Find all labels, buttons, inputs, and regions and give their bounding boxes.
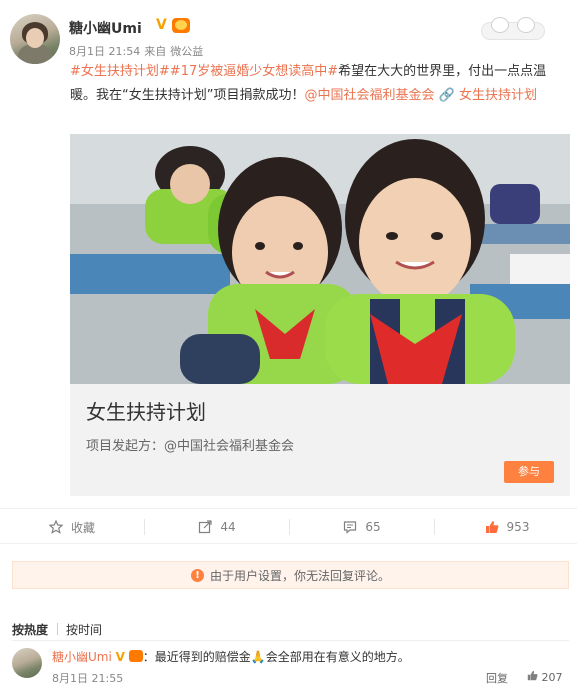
comment-time: 8月1日 21:55	[52, 672, 124, 685]
like-button[interactable]: 953	[435, 509, 577, 545]
post-username[interactable]: 糖小幽Umi	[69, 18, 142, 38]
action-bar: 收藏 44 65 953	[0, 508, 577, 544]
comment-member-icon	[128, 650, 143, 662]
thumbs-up-icon	[485, 520, 499, 534]
comment-count: 65	[365, 520, 381, 534]
project-link[interactable]: 女生扶持计划	[459, 88, 537, 103]
card-initiator[interactable]: 项目发起方：@中国社会福利基金会	[86, 435, 294, 454]
comment-username[interactable]: 糖小幽Umi	[52, 650, 112, 664]
sort-divider	[57, 623, 58, 635]
source-prefix: 来自	[144, 45, 167, 58]
favorite-label: 收藏	[70, 520, 95, 535]
topic-tag-forced-marriage[interactable]: #17岁被逼婚少女想读高中#	[170, 64, 338, 79]
warning-icon: !	[190, 568, 204, 582]
comment-button[interactable]: 65	[290, 509, 434, 545]
card-photo-children	[70, 134, 570, 384]
repost-button[interactable]: 44	[145, 509, 289, 545]
comment-icon	[343, 520, 357, 534]
charity-card[interactable]: 女生扶持计划 项目发起方：@中国社会福利基金会 参与	[70, 134, 570, 496]
comment-text-line: 糖小幽Umi V ：最近得到的赔偿金🙏会全部用在有意义的地方。	[52, 648, 410, 665]
reply-restriction-notice: ! 由于用户设置，你无法回复评论。	[12, 561, 569, 589]
user-avatar[interactable]	[10, 14, 60, 64]
comment-body: ：最近得到的赔偿金🙏会全部用在有意义的地方。	[142, 650, 410, 664]
post-source[interactable]: 微公益	[170, 45, 203, 58]
star-icon	[48, 519, 64, 534]
like-count: 953	[506, 520, 530, 534]
post-meta: 8月1日 21:54 来自 微公益	[69, 43, 203, 59]
sort-by-time-tab[interactable]: 按时间	[66, 621, 102, 638]
topic-tag-girls-support[interactable]: #女生扶持计划#	[70, 64, 170, 79]
comment-verified-icon: V	[115, 650, 125, 664]
post-header: 糖小幽Umi V 8月1日 21:54 来自 微公益	[10, 14, 567, 64]
link-icon: 🔗	[438, 88, 455, 103]
watermark-text: 叫子榕助我	[488, 659, 554, 674]
post-text: #女生扶持计划##17岁被逼婚少女想读高中#希望在大大的世界里，付出一点点温暖。…	[70, 60, 562, 108]
sort-underline	[12, 640, 569, 641]
notice-text: 由于用户设置，你无法回复评论。	[209, 568, 390, 583]
mention-foundation[interactable]: @中国社会福利基金会	[304, 88, 434, 103]
repost-icon	[198, 520, 212, 534]
mascot-illustration-icon	[479, 14, 547, 42]
join-button[interactable]: 参与	[504, 461, 554, 483]
comment-sort: 按热度 按时间	[12, 618, 569, 641]
repost-count: 44	[220, 520, 236, 534]
favorite-button[interactable]: 收藏	[0, 509, 144, 545]
card-title: 女生扶持计划	[86, 400, 206, 424]
comment-item: 糖小幽Umi V ：最近得到的赔偿金🙏会全部用在有意义的地方。 8月1日 21:…	[12, 644, 569, 686]
member-crown-icon	[172, 18, 190, 33]
comment-avatar[interactable]	[12, 648, 42, 678]
sort-by-hot-tab[interactable]: 按热度	[12, 621, 48, 638]
verified-badge-icon: V	[156, 17, 167, 33]
post-time[interactable]: 8月1日 21:54	[69, 45, 140, 58]
